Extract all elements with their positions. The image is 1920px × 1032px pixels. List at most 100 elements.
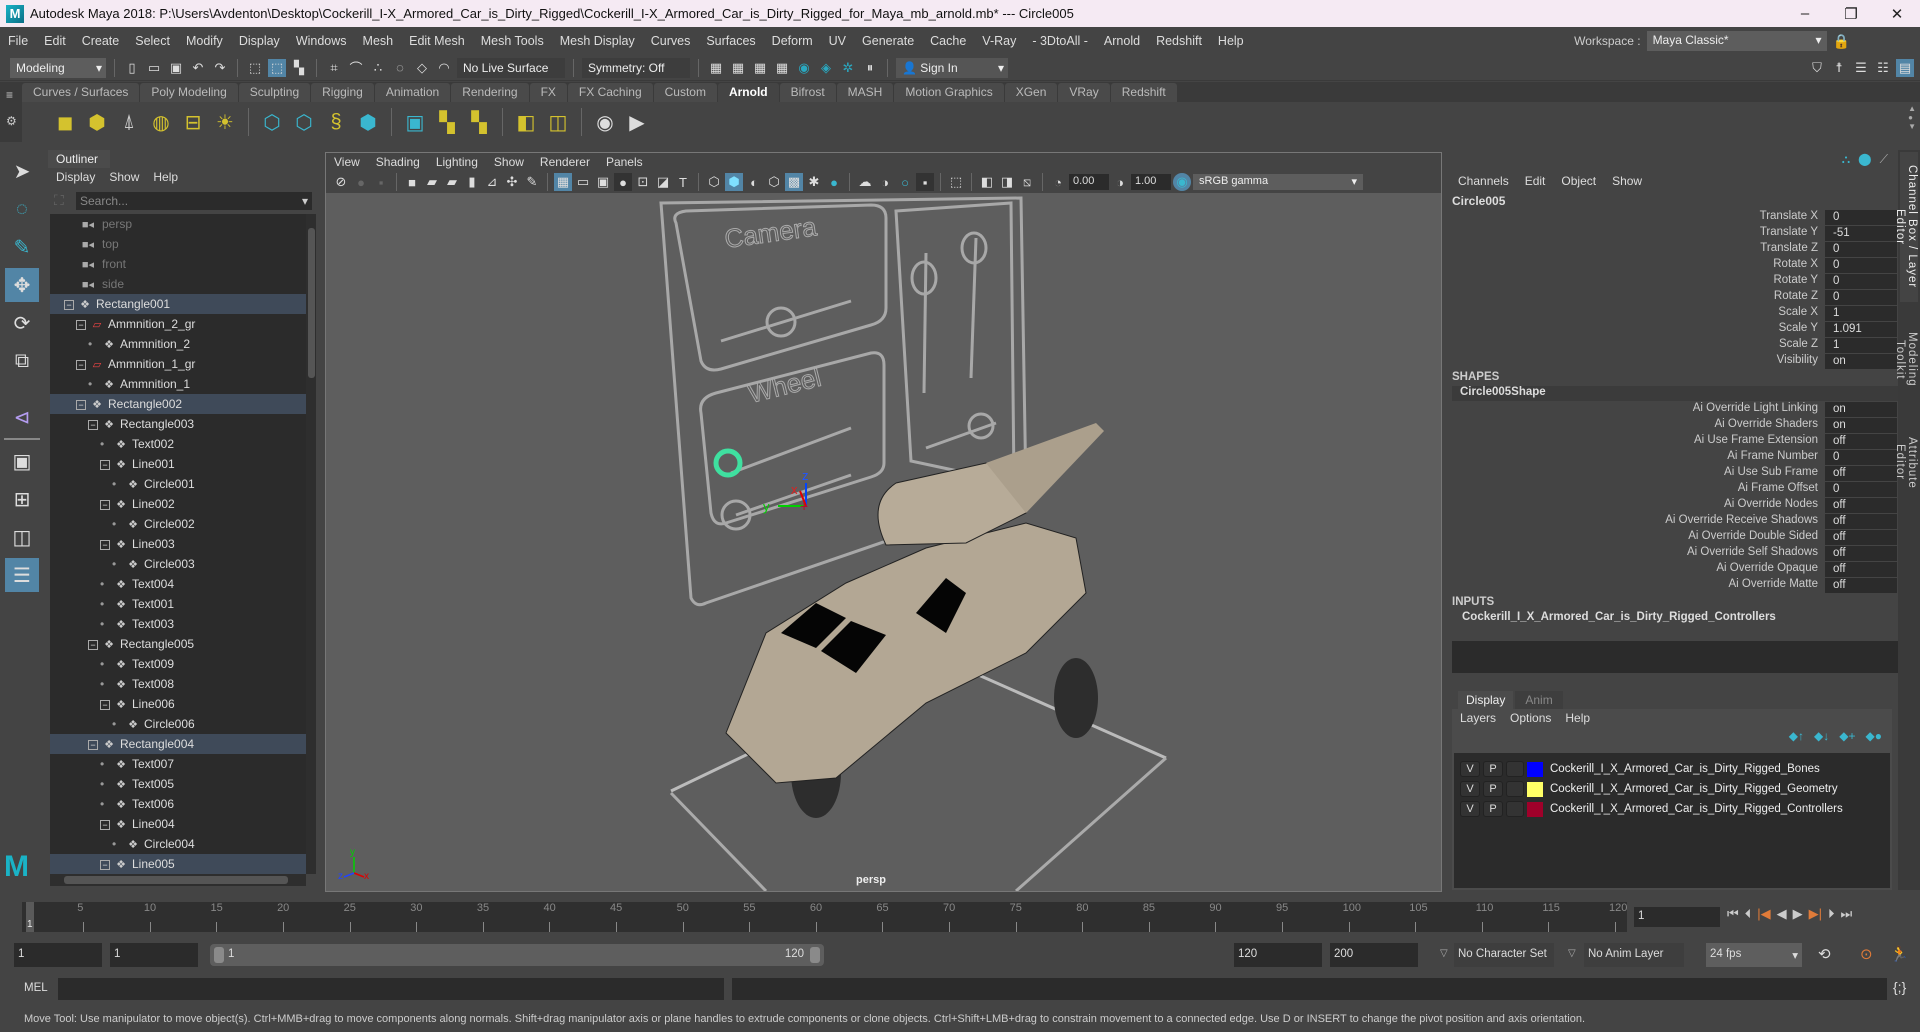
- select-tool-icon[interactable]: ➤: [5, 154, 39, 188]
- outliner-menu-display[interactable]: Display: [56, 170, 95, 184]
- channel-label[interactable]: Translate Y: [1478, 226, 1818, 238]
- mode-dropdown[interactable]: Modeling ▾: [10, 57, 106, 78]
- open-scene-icon[interactable]: ▭: [145, 59, 163, 77]
- channel-value-field[interactable]: on: [1825, 354, 1897, 369]
- channel-value-field[interactable]: off: [1825, 578, 1897, 593]
- use-all-lights-icon[interactable]: ✱: [805, 173, 823, 191]
- snap-live-icon[interactable]: ◠: [435, 59, 453, 77]
- shelf-tab-poly-modeling[interactable]: Poly Modeling: [140, 83, 238, 102]
- render-view-icon[interactable]: ▣: [402, 109, 428, 135]
- tab-anim[interactable]: Anim: [1515, 691, 1563, 709]
- channel-label[interactable]: Rotate Z: [1478, 290, 1818, 302]
- xray-active-icon[interactable]: ◨: [998, 173, 1016, 191]
- select-object-icon[interactable]: ⬚: [268, 58, 286, 77]
- scroll-thumb[interactable]: [308, 228, 315, 378]
- lasso-tool-icon[interactable]: ◌: [5, 192, 39, 226]
- physical-sky-icon[interactable]: ☀: [212, 109, 238, 135]
- playback-toggle[interactable]: P: [1483, 761, 1503, 777]
- selected-circle005[interactable]: [713, 448, 743, 478]
- loop-icon[interactable]: ⟲: [1818, 945, 1831, 963]
- collapse-toggle-icon[interactable]: −: [88, 419, 98, 430]
- time-slider-bar[interactable]: 1 5 10 15 20 25 30 35 40 45 50 55 60 65 70 75 80 85 90 95 1…: [22, 902, 1627, 932]
- grid-icon[interactable]: ▦: [554, 173, 572, 191]
- scale-tool-icon[interactable]: ⧉: [5, 344, 39, 378]
- shelf-menu-icon[interactable]: ≡: [0, 82, 22, 108]
- channel-menu-object[interactable]: Object: [1561, 174, 1596, 188]
- channel-menu-edit[interactable]: Edit: [1525, 174, 1546, 188]
- snap-grid-icon[interactable]: ⌗: [325, 59, 343, 77]
- select-component-icon[interactable]: ▚: [290, 59, 308, 77]
- channel-value-field[interactable]: 0: [1825, 242, 1897, 257]
- depth-of-field-icon[interactable]: ▪: [916, 173, 934, 191]
- layer-color-swatch[interactable]: [1527, 781, 1543, 797]
- auto-key-icon[interactable]: ⊙: [1860, 945, 1873, 963]
- channel-label[interactable]: Ai Override Receive Shadows: [1478, 514, 1818, 526]
- flush-textures-icon[interactable]: ▚: [466, 109, 492, 135]
- outliner-layout-icon[interactable]: ☰: [5, 558, 39, 592]
- current-frame-field[interactable]: 1: [1634, 907, 1720, 927]
- range-end-handle[interactable]: [810, 947, 820, 963]
- export-standin-icon[interactable]: ⬡: [291, 109, 317, 135]
- outliner-item[interactable]: • ❖ Ammnition_1: [50, 374, 306, 394]
- menu-mesh-display[interactable]: Mesh Display: [552, 34, 643, 48]
- menu-uv[interactable]: UV: [821, 34, 854, 48]
- channel-value-field[interactable]: 0: [1825, 258, 1897, 273]
- modeling-toolkit-toggle-icon[interactable]: ⛉: [1808, 59, 1826, 77]
- go-to-start-icon[interactable]: ⏮: [1727, 906, 1739, 922]
- outliner-tab[interactable]: Outliner: [48, 150, 110, 168]
- step-back-key-icon[interactable]: |◀: [1757, 906, 1770, 922]
- channel-label[interactable]: Visibility: [1478, 354, 1818, 366]
- move-layer-up-icon[interactable]: ◆↑: [1789, 729, 1804, 743]
- textured-icon[interactable]: ▩: [785, 173, 803, 191]
- bookmark-icon[interactable]: ▪: [372, 173, 390, 191]
- outliner-search-input[interactable]: Search... ▾: [76, 192, 312, 210]
- channel-label[interactable]: Ai Use Frame Extension: [1478, 434, 1818, 446]
- camera-settings-icon[interactable]: ▰: [443, 173, 461, 191]
- grease-pencil-icon[interactable]: ✎: [523, 173, 541, 191]
- channel-label[interactable]: Ai Override Nodes: [1478, 498, 1818, 510]
- light-portal-icon[interactable]: ⊟: [180, 109, 206, 135]
- xray-joints-icon[interactable]: ⧅: [1018, 173, 1036, 191]
- color-management-toggle-icon[interactable]: ◉: [1173, 173, 1191, 191]
- collapse-toggle-icon[interactable]: −: [100, 539, 110, 550]
- anim-layer-dropdown[interactable]: No Anim Layer: [1584, 943, 1684, 967]
- layer-menu-layers[interactable]: Layers: [1460, 711, 1496, 725]
- layer-color-swatch[interactable]: [1527, 761, 1543, 777]
- outliner-item[interactable]: − ❖ Line004: [50, 814, 306, 834]
- channel-value-field[interactable]: 0: [1825, 274, 1897, 289]
- menu-deform[interactable]: Deform: [764, 34, 821, 48]
- graph-icon[interactable]: ⟋: [1880, 152, 1888, 167]
- bookmarks-icon[interactable]: ▮: [463, 173, 481, 191]
- field-chart-icon[interactable]: ⊡: [634, 173, 652, 191]
- outliner-item[interactable]: ■◂ top: [50, 234, 306, 254]
- resolution-gate-icon[interactable]: ▣: [594, 173, 612, 191]
- collapse-toggle-icon[interactable]: −: [100, 859, 110, 870]
- layer-row[interactable]: V P Cockerill_I_X_Armored_Car_is_Dirty_Rig…: [1454, 799, 1890, 819]
- channel-label[interactable]: Scale Y: [1478, 322, 1818, 334]
- snap-view-icon[interactable]: ◌: [391, 59, 409, 77]
- menu-surfaces[interactable]: Surfaces: [698, 34, 763, 48]
- light-editor-icon[interactable]: ✲: [839, 59, 857, 77]
- channel-box-toggle-icon[interactable]: ⛬: [1842, 152, 1850, 167]
- create-empty-layer-icon[interactable]: ◆+: [1839, 729, 1855, 743]
- outliner-item[interactable]: − ▱ Ammnition_1_gr: [50, 354, 306, 374]
- maximize-button[interactable]: ❐: [1828, 0, 1874, 27]
- smooth-shade-icon[interactable]: ⬢: [725, 173, 743, 191]
- shelf-tab-rendering[interactable]: Rendering: [451, 83, 529, 102]
- channel-value-field[interactable]: off: [1825, 466, 1897, 481]
- go-to-end-icon[interactable]: ⏭: [1840, 906, 1852, 922]
- film-gate-icon[interactable]: ▭: [574, 173, 592, 191]
- play-render-icon[interactable]: ▶: [624, 109, 650, 135]
- outliner-horizontal-scrollbar[interactable]: [50, 874, 306, 886]
- gamma-field[interactable]: 1.00: [1131, 174, 1171, 190]
- pause-icon[interactable]: ⏸: [861, 59, 879, 77]
- snap-surface-icon[interactable]: ◇: [413, 59, 431, 77]
- channel-label[interactable]: Scale X: [1478, 306, 1818, 318]
- outliner-item[interactable]: • ❖ Circle006: [50, 714, 306, 734]
- lock-icon[interactable]: 🔒: [1833, 33, 1850, 50]
- outliner-vertical-scrollbar[interactable]: [306, 214, 316, 874]
- viewport-canvas[interactable]: Camera Wheel z x y + y x z persp: [326, 193, 1441, 891]
- step-forward-frame-icon[interactable]: ⏵: [1828, 906, 1835, 922]
- outliner-item[interactable]: − ❖ Rectangle004: [50, 734, 306, 754]
- playback-toggle[interactable]: P: [1483, 781, 1503, 797]
